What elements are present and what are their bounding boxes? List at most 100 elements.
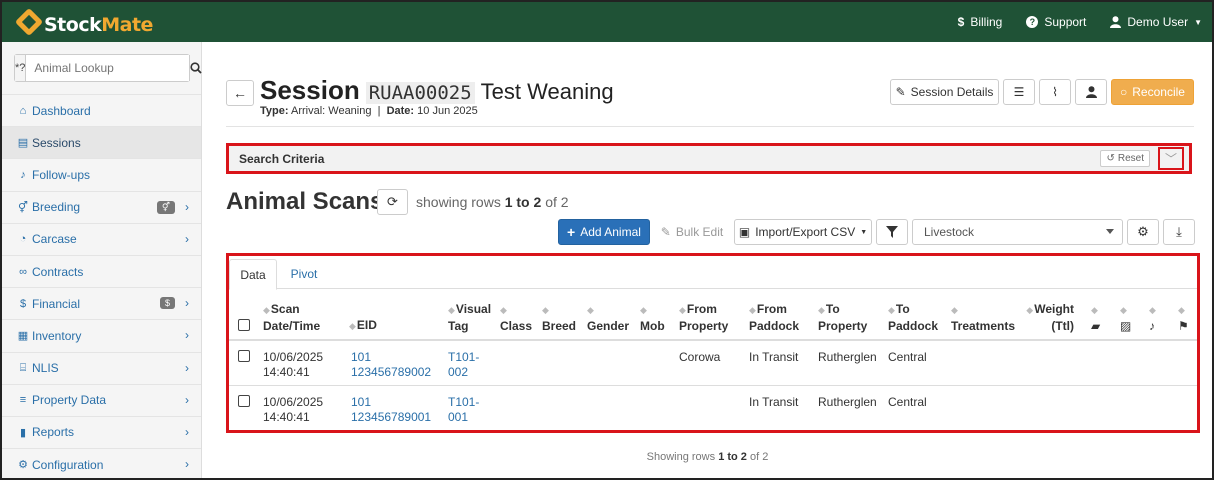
attachment-button[interactable]: ⌇ <box>1039 79 1071 105</box>
logo[interactable]: StockMate <box>14 6 153 38</box>
col-from-property[interactable]: ◆From Property <box>679 301 728 334</box>
cell-to-paddock: Central <box>888 395 927 409</box>
col-visual-tag[interactable]: ◆Visual Tag <box>448 301 491 334</box>
table-row[interactable]: 10/06/2025 14:40:41 101 123456789002 T101-… <box>229 341 1197 386</box>
row-checkbox[interactable] <box>238 395 250 407</box>
col-to-paddock[interactable]: ◆To Paddock <box>888 301 938 334</box>
col-mob[interactable]: ◆ Mob <box>640 301 665 334</box>
session-details-button[interactable]: ✎ Session Details <box>890 79 999 105</box>
col-treatments[interactable]: ◆ Treatments <box>951 301 1015 334</box>
col-weight[interactable]: ◆Weight (Ttl) <box>1024 301 1074 334</box>
col-alert[interactable]: ◆ ♪ <box>1149 301 1157 334</box>
cell-eid-link[interactable]: 101 123456789002 <box>351 350 431 380</box>
sliders-icon: ☰ <box>1013 85 1025 99</box>
sidebar-item-property-data[interactable]: ≡ Property Data › <box>2 383 201 416</box>
chevron-right-icon: › <box>185 231 189 246</box>
row-count: showing rows 1 to 2 of 2 <box>416 194 569 210</box>
billing-link[interactable]: $ Billing <box>958 15 1003 29</box>
paperclip-icon: ⌇ <box>1052 85 1058 99</box>
col-eid[interactable]: ◆EID <box>349 317 377 334</box>
logo-icon <box>14 7 44 37</box>
col-to-property[interactable]: ◆To Property <box>818 301 867 334</box>
sidebar-item-financial[interactable]: $ Financial $ › <box>2 287 201 319</box>
session-code: RUAA00025 <box>365 82 475 104</box>
sidebar-item-carcase[interactable]: ◔ Carcase › <box>2 222 201 255</box>
search-criteria-panel[interactable]: Search Criteria ↺ Reset ﹀ <box>226 143 1192 174</box>
session-date: 10 Jun 2025 <box>417 105 478 117</box>
gear-icon: ⚙ <box>18 459 28 472</box>
tab-data[interactable]: Data <box>229 259 277 290</box>
animal-lookup: *? <box>14 54 203 82</box>
col-breed[interactable]: ◆ Breed <box>542 301 576 334</box>
sidebar-item-breeding[interactable]: ⚥ Breeding ⚥ › <box>2 190 201 223</box>
reconcile-button[interactable]: ○ Reconcile <box>1111 79 1194 105</box>
user-menu[interactable]: Demo User ▼ <box>1110 15 1202 29</box>
scans-table-panel: Data Pivot ◆Scan Date/Time ◆EID ◆Visual Ta… <box>226 253 1200 433</box>
boxes-icon: ▦ <box>17 330 29 343</box>
tab-pivot[interactable]: Pivot <box>279 259 329 289</box>
row-checkbox[interactable] <box>238 350 250 362</box>
caret-down-icon: ▼ <box>1194 17 1202 27</box>
bulk-edit-button[interactable]: ✎ Bulk Edit <box>654 219 730 245</box>
chevron-right-icon: › <box>185 328 189 343</box>
table-row[interactable]: 10/06/2025 14:40:41 101 123456789001 T101-… <box>229 387 1197 432</box>
page-title: Session RUAA00025 Test Weaning <box>260 75 614 106</box>
col-scan-datetime[interactable]: ◆Scan Date/Time <box>263 301 320 334</box>
select-all-checkbox[interactable] <box>238 319 250 331</box>
flag-icon: ⚑ <box>1178 319 1189 333</box>
dollar-icon: $ <box>957 15 965 29</box>
cell-from-paddock: In Transit <box>749 350 799 364</box>
col-image[interactable]: ◆ ▨ <box>1120 301 1131 334</box>
filter-button[interactable] <box>876 219 908 245</box>
sidebar-item-nlis[interactable]: ⌸ NLIS › <box>2 351 201 384</box>
csv-file-icon: ▣ <box>738 225 751 239</box>
col-gender[interactable]: ◆ Gender <box>587 301 629 334</box>
filter-icon <box>886 226 898 238</box>
lookup-search-button[interactable] <box>189 55 203 81</box>
download-icon: ⤓ <box>1176 224 1182 239</box>
breeding-badge: ⚥ <box>156 200 175 214</box>
col-from-paddock[interactable]: ◆From Paddock <box>749 301 799 334</box>
view-select[interactable]: Livestock <box>912 219 1123 245</box>
sidebar-item-contracts[interactable]: ∞ Contracts <box>2 254 201 287</box>
table-settings-button[interactable]: ⚙ <box>1127 219 1159 245</box>
support-label: Support <box>1044 15 1087 29</box>
undo-icon: ↺ <box>1106 153 1115 164</box>
note-icon: ▰ <box>1091 319 1101 333</box>
search-criteria-label: Search Criteria <box>239 151 325 166</box>
download-button[interactable]: ⤓ <box>1163 219 1195 245</box>
cell-visual-tag-link[interactable]: T101- 001 <box>448 395 479 425</box>
refresh-icon: ⟳ <box>387 194 398 209</box>
cell-visual-tag-link[interactable]: T101- 002 <box>448 350 479 380</box>
add-animal-button[interactable]: + Add Animal <box>558 219 650 245</box>
sidebar-item-inventory[interactable]: ▦ Inventory › <box>2 319 201 351</box>
support-link[interactable]: ? Support <box>1026 15 1086 29</box>
sidebar-item-reports[interactable]: ▮ Reports › <box>2 415 201 448</box>
wildcard-prefix[interactable]: *? <box>15 55 27 81</box>
handshake-icon: ∞ <box>19 265 27 278</box>
chevron-right-icon: › <box>185 392 189 407</box>
cell-eid-link[interactable]: 101 123456789001 <box>351 395 431 425</box>
animal-lookup-input[interactable] <box>26 55 190 81</box>
col-flag[interactable]: ◆ ⚑ <box>1178 301 1189 334</box>
collapse-toggle[interactable]: ﹀ <box>1158 147 1184 170</box>
sidebar-item-sessions[interactable]: ▤ Sessions <box>2 126 201 159</box>
cell-to-paddock: Central <box>888 350 927 364</box>
cell-from-paddock: In Transit <box>749 395 799 409</box>
table-header: ◆Scan Date/Time ◆EID ◆Visual Tag ◆ Class ◆ B… <box>229 289 1197 341</box>
main-content: ← Session RUAA00025 Test Weaning Type: A… <box>203 42 1212 478</box>
caret-down-icon: ▼ <box>860 228 868 236</box>
reset-button[interactable]: ↺ Reset <box>1100 150 1150 167</box>
col-class[interactable]: ◆ Class <box>500 301 532 334</box>
settings-sliders-button[interactable]: ☰ <box>1003 79 1035 105</box>
col-note[interactable]: ◆ ▰ <box>1091 301 1100 334</box>
chevron-right-icon: › <box>185 296 189 311</box>
import-export-csv-button[interactable]: ▣ Import/Export CSV ▼ <box>734 219 872 245</box>
back-button[interactable]: ← <box>226 80 254 106</box>
refresh-button[interactable]: ⟳ <box>377 189 408 215</box>
user-assign-button[interactable] <box>1075 79 1107 105</box>
bank-icon: ⌸ <box>19 361 27 374</box>
sidebar-item-configuration[interactable]: ⚙ Configuration › <box>2 448 201 478</box>
sidebar-item-follow-ups[interactable]: ♪ Follow-ups <box>2 158 201 190</box>
sidebar-item-dashboard[interactable]: ⌂ Dashboard <box>2 94 201 126</box>
